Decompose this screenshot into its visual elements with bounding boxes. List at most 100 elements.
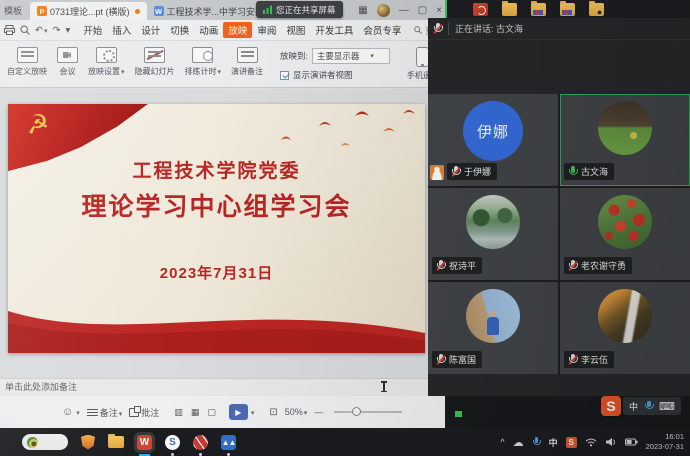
participant-tile[interactable]: 李云伍 [560, 282, 690, 374]
apps-grid-icon[interactable]: ▦ [358, 5, 367, 16]
tab-document[interactable]: W 工程技术学...中学习安排 [147, 2, 272, 20]
menu-view[interactable]: 视图 [281, 22, 310, 38]
fit-slide-icon[interactable]: ⊡ [269, 407, 277, 418]
start-slideshow-button[interactable]: ▶ [229, 404, 248, 420]
participant-tile[interactable]: 陈富国 [428, 282, 558, 374]
slide[interactable]: ☭ 工程技术学院党委 理论学习中心组学习会 2023年7月31日 [8, 104, 425, 353]
minimize-button[interactable]: — [399, 5, 409, 16]
presenter-view-checkbox[interactable] [280, 71, 289, 80]
participant-tile[interactable]: 伊娜 于伊娜 [428, 94, 558, 186]
tray-ime-indicator[interactable]: 中 [549, 436, 558, 449]
slideshow-settings-button[interactable]: 放映设置 [83, 41, 130, 77]
menu-slideshow-active[interactable]: 放映 [223, 22, 252, 38]
pdf-file-icon[interactable] [473, 3, 488, 16]
slideshow-caret-icon[interactable] [250, 407, 255, 417]
rehearse-clock-icon [192, 47, 213, 63]
face-caret-icon[interactable] [75, 407, 80, 417]
meeting-panel: 正在讲话: 古文海 伊娜 于伊娜 古文海 [428, 18, 690, 396]
sogou-taskbar-icon[interactable]: S [165, 435, 180, 450]
customize-toolbar-caret-icon[interactable]: ▾ [65, 25, 70, 36]
redo-icon[interactable]: ↷ [52, 25, 60, 36]
participant-tile[interactable]: 老农谢守勇 [560, 188, 690, 280]
menu-design[interactable]: 设计 [136, 22, 165, 38]
speaker-notes-button[interactable]: 演讲备注 [226, 41, 268, 77]
zoom-slider-handle[interactable] [352, 407, 361, 416]
comments-toggle[interactable]: 批注 [129, 406, 159, 419]
folder-icon[interactable] [502, 3, 517, 16]
security-app-icon[interactable] [81, 435, 95, 450]
archive-folder-icon[interactable] [560, 3, 575, 16]
print-preview-icon[interactable] [20, 25, 30, 35]
cloud-tray-icon[interactable]: ☁ [513, 436, 524, 449]
clock[interactable]: 16:01 2023-07-31 [646, 432, 687, 452]
play-icon: ▶ [235, 408, 241, 417]
tray-sogou-icon[interactable]: S [566, 437, 577, 448]
menu-animation[interactable]: 动画 [194, 22, 223, 38]
red-app-icon[interactable] [193, 435, 208, 450]
tab-home[interactable]: 模板 [0, 4, 30, 17]
participant-nametag: 于伊娜 [447, 163, 497, 180]
hide-slide-button[interactable]: 隐藏幻灯片 [130, 41, 180, 77]
participant-tile[interactable]: 祝诗平 [428, 188, 558, 280]
zoom-out-button[interactable]: — [314, 407, 323, 417]
account-avatar[interactable] [377, 4, 390, 17]
ribbon-label: 演讲备注 [231, 66, 263, 77]
zoom-level[interactable]: 50% [285, 407, 308, 417]
tab-active-presentation[interactable]: P 0731理论...pt (横版) [30, 2, 147, 20]
menu-insert[interactable]: 插入 [107, 22, 136, 38]
participant-name: 古文海 [581, 165, 608, 178]
menu-membership[interactable]: 会员专享 [358, 22, 406, 38]
participant-tile-active-speaker[interactable]: 古文海 [560, 94, 690, 186]
ribbon-label: 放映设置 [88, 66, 125, 77]
menu-review[interactable]: 审阅 [252, 22, 281, 38]
reading-view-icon[interactable]: ▢ [207, 407, 216, 418]
battery-icon[interactable] [625, 438, 638, 446]
voice-input-icon[interactable] [644, 401, 653, 412]
participant-grid: 伊娜 于伊娜 古文海 祝诗平 [428, 94, 690, 374]
custom-show-button[interactable]: 自定义放映 [2, 41, 52, 77]
flying-birds-graphic [271, 106, 421, 152]
tray-expand-chevron-icon[interactable]: ^ [500, 437, 504, 447]
sogou-logo-icon[interactable]: S [601, 396, 621, 416]
zoom-slider[interactable] [334, 411, 402, 413]
participant-name: 老农谢守勇 [581, 259, 626, 272]
emoji-face-icon[interactable]: ☺ [62, 406, 73, 418]
avatar [598, 195, 652, 249]
tray-mic-icon[interactable] [532, 437, 541, 448]
slide-sorter-view-icon[interactable]: ▦ [191, 407, 200, 418]
normal-view-icon[interactable]: ▥ [174, 407, 183, 418]
close-button[interactable]: × [436, 5, 442, 16]
ime-mode-indicator[interactable]: 中 [629, 400, 638, 413]
settings-gear-icon [96, 47, 117, 63]
tool-folder-icon[interactable] [589, 3, 604, 16]
meeting-button[interactable]: 会议 [52, 41, 83, 77]
print-icon[interactable] [4, 25, 15, 35]
slide-canvas-area: ☭ 工程技术学院党委 理论学习中心组学习会 2023年7月31日 [0, 89, 445, 378]
keyboard-icon[interactable]: ⌨ [659, 400, 675, 413]
notes-bar[interactable]: 单击此处添加备注 [0, 378, 445, 396]
meeting-app-icon[interactable]: ▲▲ [221, 435, 236, 450]
minus-icon: — [314, 407, 323, 417]
menu-devtools[interactable]: 开发工具 [310, 22, 358, 38]
participant-nametag: 老农谢守勇 [564, 257, 632, 274]
wifi-icon[interactable] [585, 437, 597, 447]
notes-lines-icon [87, 408, 98, 417]
avatar [598, 289, 652, 343]
file-explorer-icon[interactable] [108, 436, 124, 448]
menu-transition[interactable]: 切换 [165, 22, 194, 38]
wps-office-taskbar-icon[interactable]: W [137, 435, 152, 450]
windows-search-box[interactable] [22, 434, 68, 450]
speaker-icon[interactable] [605, 437, 617, 447]
maximize-button[interactable]: ▢ [418, 5, 427, 16]
taskbar: W S ▲▲ ^ ☁ 中 S 16:01 2023-07-31 [0, 428, 690, 456]
notes-toggle[interactable]: 备注 [87, 406, 123, 419]
hammer-sickle-icon: ☭ [24, 108, 51, 142]
menu-start[interactable]: 开始 [78, 22, 107, 38]
undo-icon[interactable]: ↶ [35, 25, 47, 36]
display-target-select[interactable]: 主要显示器 [312, 48, 390, 64]
active-mic-icon [568, 166, 577, 177]
rehearse-timing-button[interactable]: 排练计时 [180, 41, 227, 77]
text-cursor [383, 381, 385, 392]
system-tray: ^ ☁ 中 S 16:01 2023-07-31 [500, 428, 687, 456]
archive-folder-icon[interactable] [531, 3, 546, 16]
